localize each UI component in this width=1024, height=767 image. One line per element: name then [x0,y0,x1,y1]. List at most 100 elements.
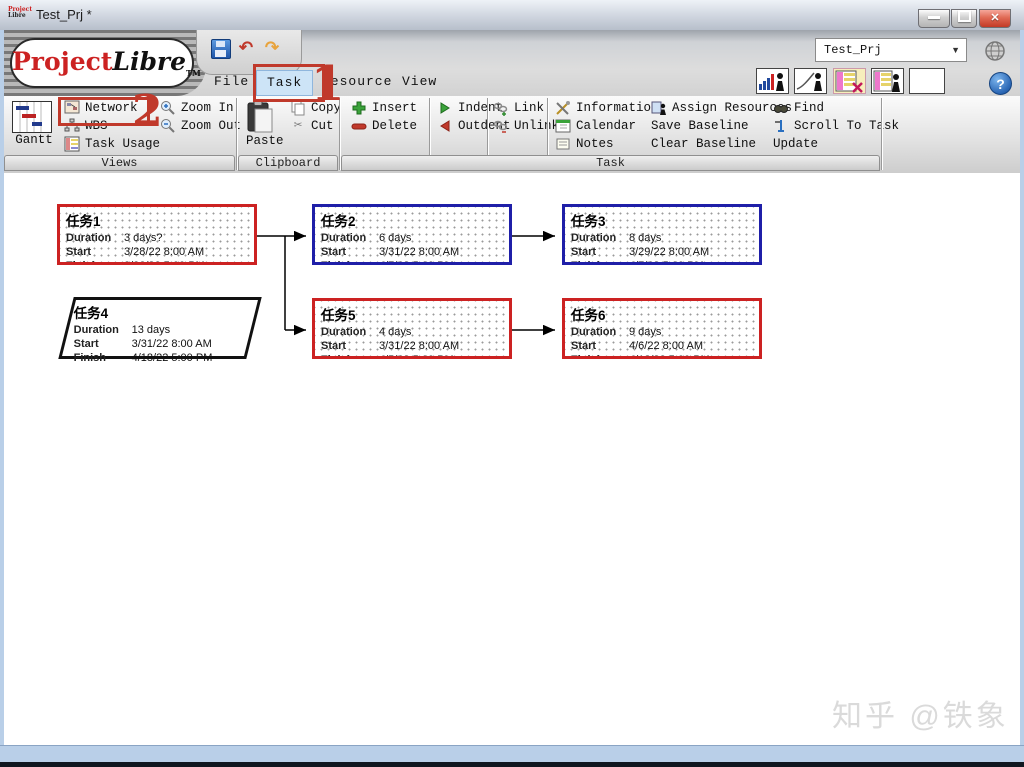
undo-button[interactable]: ↶ [237,39,255,57]
notes-button[interactable]: Notes [555,135,614,153]
finish-label: Finish [321,353,379,356]
redo-button[interactable]: ↷ [263,39,281,57]
tab-view[interactable]: View [392,70,447,94]
unlink-button[interactable]: Unlink [493,117,559,135]
duration-label: Duration [66,232,112,244]
duration-label: Duration [571,326,617,338]
duration-value: 13 days [131,324,171,336]
finish-label: Finish [73,352,107,364]
delete-icon [351,118,367,134]
paste-icon [247,100,273,133]
task-node-3[interactable]: 任务3 Duration 8 days Start 3/29/22 8:00 AM … [562,204,762,265]
finish-value: 4/7/22 5:00 PM [629,259,704,262]
project-selector-value: Test_Prj [824,43,882,57]
start-value: 3/28/22 8:00 AM [124,246,205,258]
calendar-button[interactable]: Calendar [555,117,636,135]
group-divider [236,98,237,170]
link-button[interactable]: Link [493,99,544,117]
delete-button[interactable]: Delete [351,117,417,135]
update-label: Update [773,137,819,151]
table-close-view-button[interactable] [833,68,866,94]
title-bar: Project Libre Test_Prj * ✕ [0,0,1024,31]
unlink-label: Unlink [514,119,560,133]
maximize-button[interactable] [951,9,977,28]
watermark: 知乎 @铁象 [832,700,1009,733]
scroll-to-task-label: Scroll To Task [794,119,900,133]
tab-file[interactable]: File [204,70,259,94]
table-person-icon [873,70,900,92]
gantt-label: Gantt [15,133,53,147]
duration-value: 3 days? [124,232,163,244]
annotation-step-1: 1 [311,56,345,112]
task-node-1[interactable]: 任务1 Duration 3 days? Start 3/28/22 8:00 AM… [57,204,257,265]
window-title: Test_Prj * [36,7,92,22]
duration-value: 8 days [629,232,662,244]
task-usage-button[interactable]: Task Usage [64,135,160,153]
group-views: Gantt 2 Network WBS Task Usage Zoom In Z… [4,86,241,172]
finish-value: 4/18/22 5:00 PM [629,353,710,356]
chart-view-button[interactable] [794,68,827,94]
notes-label: Notes [576,137,614,151]
start-label: Start [66,246,92,258]
group-label-clipboard: Clipboard [238,155,338,171]
empty-view-button[interactable] [909,68,945,94]
paste-label: Paste [246,134,284,148]
insert-button[interactable]: Insert [351,99,417,117]
group-label-views: Views [4,155,235,171]
finish-label: Finish [571,259,629,262]
cut-button[interactable]: ✂ Cut [290,117,334,135]
assign-resources-button[interactable]: Assign Resources [651,99,792,117]
group-divider [881,98,882,170]
task-node-6[interactable]: 任务6 Duration 9 days Start 4/6/22 8:00 AM F… [562,298,762,359]
paste-button[interactable]: Paste [246,100,284,148]
finish-value: 4/18/22 5:00 PM [131,352,213,364]
app-icon: Project Libre [8,6,33,19]
start-value: 4/6/22 8:00 AM [629,340,703,352]
minimize-button[interactable] [918,9,950,28]
insert-label: Insert [372,101,418,115]
help-button[interactable]: ? [989,72,1012,95]
desktop-edge [0,762,1024,767]
link-label: Link [514,101,545,115]
gantt-button[interactable]: Gantt [12,101,56,147]
chevron-down-icon: ▼ [951,45,960,55]
link-icon [493,100,509,116]
save-button[interactable] [211,39,231,59]
task-node-2[interactable]: 任务2 Duration 6 days Start 3/31/22 8:00 AM … [312,204,512,265]
scroll-to-task-icon [773,118,789,134]
project-selector[interactable]: Test_Prj ▼ [815,38,967,62]
zoom-in-label: Zoom In [181,101,234,115]
task-node-5[interactable]: 任务5 Duration 4 days Start 3/31/22 8:00 AM … [312,298,512,359]
start-label: Start [571,246,597,258]
globe-icon[interactable] [984,40,1006,62]
zoom-out-button[interactable]: Zoom Out [160,117,241,135]
outdent-icon [437,118,453,134]
task-node-4[interactable]: 任务4 Duration 13 days Start 3/31/22 8:00 AM… [58,297,262,364]
find-button[interactable]: Find [773,99,824,117]
close-button[interactable]: ✕ [979,9,1011,28]
duration-label: Duration [571,232,617,244]
task-title: 任务3 [571,214,606,229]
clear-baseline-label: Clear Baseline [651,137,757,151]
task-title: 任务2 [321,214,356,229]
table-person-view-button[interactable] [871,68,904,94]
start-label: Start [571,340,597,352]
delete-label: Delete [372,119,418,133]
histogram-view-button[interactable] [756,68,789,94]
information-icon [555,100,571,116]
duration-label: Duration [321,326,367,338]
close-icon: ✕ [990,12,1000,24]
find-icon [773,100,789,116]
copy-icon [290,100,306,116]
save-baseline-button[interactable]: Save Baseline [651,117,749,135]
start-label: Start [321,340,347,352]
update-button[interactable]: Update [773,135,818,153]
maximize-icon [957,10,971,22]
minimize-icon [928,16,940,19]
zoom-in-button[interactable]: Zoom In [160,99,234,117]
information-button[interactable]: Information [555,99,659,117]
duration-value: 9 days [629,326,662,338]
clear-baseline-button[interactable]: Clear Baseline [651,135,756,153]
line-chart-person-icon [796,72,822,91]
start-value: 3/31/22 8:00 AM [131,338,212,350]
